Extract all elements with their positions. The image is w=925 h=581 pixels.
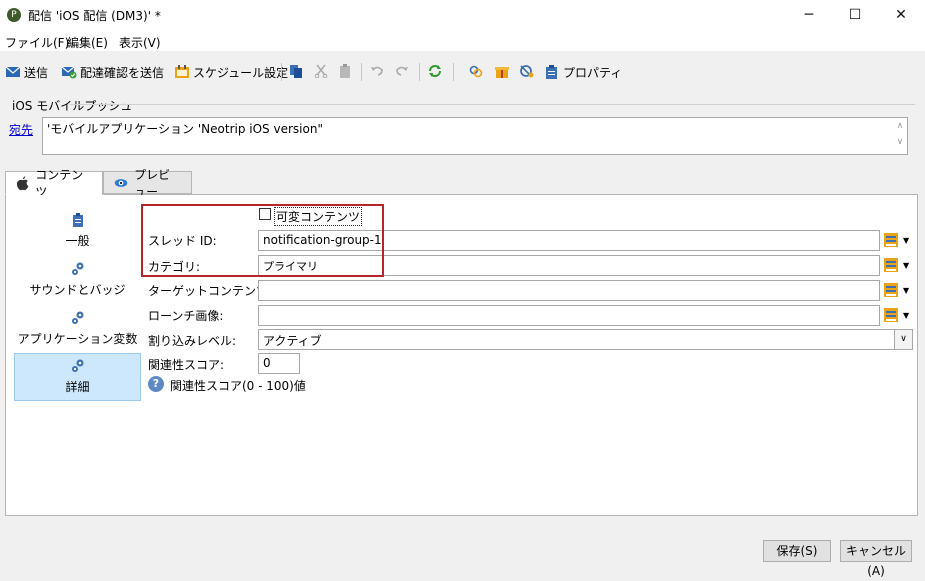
undo-icon[interactable] [369, 64, 385, 78]
gears-icon [71, 359, 83, 372]
interruption-level-select[interactable]: アクティブ ∨ [258, 329, 913, 350]
scroll-down-icon[interactable]: ∨ [893, 134, 907, 150]
save-button[interactable]: 保存(S) [763, 540, 831, 562]
menu-file[interactable]: ファイル(F) [5, 34, 69, 51]
relevance-score-label: 関連性スコア: [148, 358, 225, 372]
gift-icon[interactable] [494, 64, 510, 78]
target-content-field[interactable] [258, 280, 880, 301]
properties-label: プロパティ [563, 65, 623, 80]
personalize-icon[interactable] [884, 283, 898, 297]
sidebar-item-advanced[interactable]: 詳細 [14, 353, 141, 401]
cancel-button[interactable]: キャンセル(A) [840, 540, 912, 578]
clipboard-icon [72, 213, 83, 227]
link-icon[interactable] [468, 64, 484, 78]
eye-icon [114, 178, 128, 187]
window-title: 配信 'iOS 配信 (DM3)' * [28, 9, 161, 23]
toolbar-separator [453, 63, 454, 81]
dropdown-arrow-icon[interactable]: ▼ [903, 236, 909, 245]
group-label: iOS モバイルプッシュ [12, 99, 133, 113]
chevron-down-icon[interactable]: ∨ [894, 330, 912, 349]
toolbar-separator [419, 63, 420, 81]
interruption-level-label: 割り込みレベル: [148, 334, 237, 348]
tab-preview[interactable]: プレビュー [103, 168, 192, 199]
destination-scrollbar[interactable]: ∧ ∨ [893, 118, 907, 154]
menu-bar: ファイル(F) 編集(E) 表示(V) [0, 31, 925, 51]
destination-field[interactable]: 'モバイルアプリケーション 'Neotrip iOS version" [42, 117, 908, 155]
close-button[interactable]: ✕ [878, 0, 924, 31]
menu-edit[interactable]: 編集(E) [67, 34, 108, 51]
relevance-score-field[interactable]: 0 [258, 353, 300, 374]
cut-icon[interactable] [313, 64, 329, 78]
highlight-box [141, 204, 384, 277]
gears-icon [71, 311, 83, 324]
tag-settings-icon[interactable] [519, 64, 535, 78]
destination-link[interactable]: 宛先 [9, 121, 33, 138]
launch-image-field[interactable] [258, 305, 880, 326]
help-text: 関連性スコア(0 - 100)値 [170, 379, 306, 393]
sidebar-item-app-variables[interactable]: アプリケーション変数 [14, 306, 141, 352]
schedule-button[interactable]: スケジュール設定 [174, 63, 288, 81]
paste-icon[interactable] [337, 64, 353, 78]
refresh-icon[interactable] [427, 64, 443, 78]
personalize-icon[interactable] [884, 258, 898, 272]
launch-image-label: ローンチ画像: [148, 309, 224, 323]
schedule-label: スケジュール設定 [193, 65, 289, 80]
dropdown-arrow-icon[interactable]: ▼ [903, 261, 909, 270]
calendar-icon [175, 65, 189, 78]
apple-icon [16, 176, 29, 191]
maximize-button[interactable]: ☐ [832, 0, 878, 31]
toolbar-separator [281, 63, 282, 81]
gears-icon [71, 262, 83, 275]
dropdown-arrow-icon[interactable]: ▼ [903, 286, 909, 295]
help-icon: ? [148, 376, 164, 392]
clipboard-icon [546, 65, 557, 79]
sidebar-item-sound-badge[interactable]: サウンドとバッジ [14, 257, 141, 303]
dropdown-arrow-icon[interactable]: ▼ [903, 311, 909, 320]
send-label: 送信 [24, 65, 49, 80]
redo-icon[interactable] [394, 64, 410, 78]
minimize-button[interactable]: ─ [786, 0, 832, 31]
send-proof-button[interactable]: 配達確認を送信 [61, 63, 164, 81]
app-icon: P [7, 8, 21, 22]
interruption-level-value: アクティブ [263, 334, 322, 348]
sidebar-item-label: 一般 [65, 234, 90, 248]
sidebar-item-label: 詳細 [65, 380, 90, 394]
menu-view[interactable]: 表示(V) [119, 34, 161, 51]
toolbar: 送信 配達確認を送信 スケジュール設定 プロパティ [0, 55, 925, 87]
send-proof-label: 配達確認を送信 [80, 65, 165, 80]
properties-button[interactable]: プロパティ [544, 63, 622, 81]
personalize-icon[interactable] [884, 308, 898, 322]
send-button[interactable]: 送信 [5, 63, 48, 81]
toolbar-separator [361, 63, 362, 81]
sidebar-item-label: アプリケーション変数 [17, 332, 138, 346]
proof-envelope-icon [61, 66, 77, 79]
sidebar-item-label: サウンドとバッジ [29, 283, 126, 297]
personalize-icon[interactable] [884, 233, 898, 247]
sidebar-item-general[interactable]: 一般 [14, 208, 141, 254]
tab-content[interactable]: コンテンツ [5, 168, 103, 199]
title-bar: P 配信 'iOS 配信 (DM3)' * ─ ☐ ✕ [0, 0, 925, 31]
copy-icon[interactable] [288, 64, 304, 78]
group-divider [70, 104, 915, 105]
envelope-icon [5, 66, 21, 77]
scroll-up-icon[interactable]: ∧ [893, 118, 907, 134]
